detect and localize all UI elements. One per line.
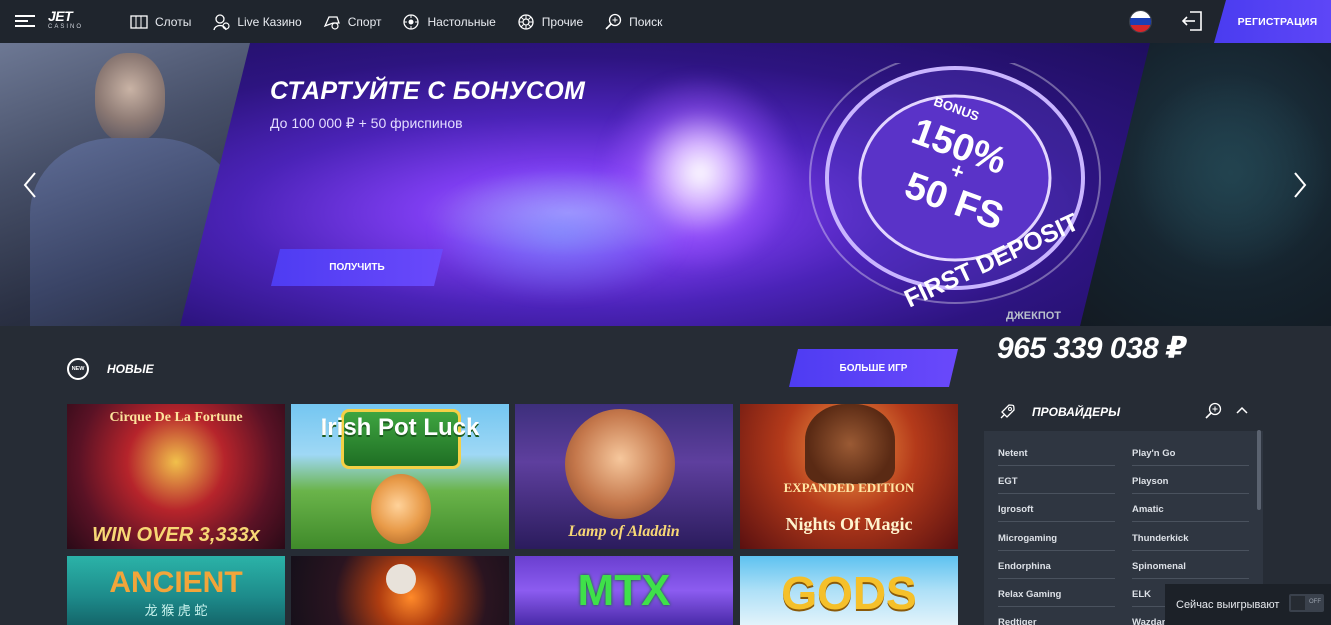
provider-item[interactable]: Netent: [998, 448, 1115, 466]
language-flag-ru[interactable]: [1129, 10, 1152, 33]
nav-label: Поиск: [629, 14, 663, 29]
game-title: EXPANDED EDITION: [783, 480, 915, 495]
game-tile[interactable]: Cirque De La Fortune WIN OVER 3,333x: [67, 404, 285, 549]
providers-search-icon[interactable]: [1204, 402, 1222, 420]
game-tile[interactable]: ANCIENT 龙 猴 虎 蛇: [67, 556, 285, 625]
winning-now-label: Сейчас выигрывают: [1176, 598, 1280, 611]
nav-label: Спорт: [347, 14, 382, 29]
menu-icon[interactable]: [15, 13, 35, 29]
game-tile[interactable]: MTX: [515, 556, 733, 625]
logo[interactable]: JET CASINO: [48, 9, 88, 33]
provider-item[interactable]: Spinomenal: [1132, 561, 1249, 579]
game-tile[interactable]: Irish Pot Luck: [291, 404, 509, 549]
providers-scrollbar[interactable]: [1257, 430, 1261, 510]
banner-subtitle: До 100 000 ₽ + 50 фриспинов: [270, 115, 463, 131]
nav-label: Live Казино: [237, 14, 302, 29]
game-subtitle: 龙 猴 虎 蛇: [144, 603, 208, 618]
game-title: Cirque De La Fortune: [109, 410, 243, 425]
provider-item[interactable]: Amatic: [1132, 504, 1249, 522]
get-bonus-button[interactable]: ПОЛУЧИТЬ: [271, 249, 443, 286]
new-badge-icon: NEW: [67, 358, 89, 380]
providers-header[interactable]: ПРОВАЙДЕРЫ: [984, 391, 1263, 431]
nav-label: Настольные: [427, 14, 496, 29]
provider-item[interactable]: Thunderkick: [1132, 533, 1249, 551]
nav-label: Прочие: [541, 14, 584, 29]
game-subtitle: Nights Of Magic: [785, 514, 913, 534]
next-arrow-icon[interactable]: [1292, 170, 1308, 200]
prev-arrow-icon[interactable]: [22, 170, 38, 200]
provider-item[interactable]: Relax Gaming: [998, 589, 1115, 607]
promo-banner: BONUS 150% + 50 FS FIRST DEPOSIT СТАРТУЙ…: [0, 43, 1331, 326]
provider-item[interactable]: Play'n Go: [1132, 448, 1249, 466]
nav-label: Слоты: [155, 14, 192, 29]
section-title-new: НОВЫЕ: [107, 362, 154, 376]
chevron-up-icon[interactable]: [1236, 405, 1248, 415]
nav-sport[interactable]: Спорт: [323, 0, 382, 43]
winning-now-toggle[interactable]: OFF: [1289, 594, 1324, 612]
provider-item[interactable]: Endorphina: [998, 561, 1115, 579]
game-title: MTX: [577, 566, 671, 615]
live-casino-icon: [212, 13, 230, 31]
game-tile[interactable]: EXPANDED EDITION Nights Of Magic: [740, 404, 958, 549]
sport-icon: [323, 13, 341, 31]
jackpot-label: ДЖЕКПОТ: [1006, 310, 1062, 322]
nav-table-games[interactable]: Настольные: [402, 0, 496, 43]
slots-icon: [130, 13, 148, 31]
provider-item[interactable]: EGT: [998, 476, 1115, 494]
game-title: Lamp of Aladdin: [568, 523, 680, 540]
logo-main: JET: [48, 8, 73, 24]
more-games-button[interactable]: БОЛЬШЕ ИГР: [789, 349, 958, 387]
register-button[interactable]: РЕГИСТРАЦИЯ: [1214, 0, 1331, 43]
provider-item[interactable]: Playson: [1132, 476, 1249, 494]
bonus-coin-image: BONUS 150% + 50 FS FIRST DEPOSIT: [809, 63, 1101, 313]
nav-slots[interactable]: Слоты: [130, 0, 191, 43]
toggle-off-label: OFF: [1309, 599, 1321, 605]
login-icon[interactable]: [1181, 10, 1203, 32]
game-title: Irish Pot Luck: [320, 414, 480, 441]
provider-item[interactable]: Redtiger: [998, 617, 1115, 625]
provider-item[interactable]: Microgaming: [998, 533, 1115, 551]
nav-other[interactable]: Прочие: [517, 0, 583, 43]
other-games-icon: [517, 13, 535, 31]
logo-sub: CASINO: [48, 24, 84, 30]
top-header: JET CASINO Слоты Live Казино Спорт Насто…: [0, 0, 1331, 43]
provider-item[interactable]: Igrosoft: [998, 504, 1115, 522]
banner-title: СТАРТУЙТЕ С БОНУСОМ: [270, 77, 586, 105]
game-tile[interactable]: Lamp of Aladdin: [515, 404, 733, 549]
game-tile[interactable]: GODS: [740, 556, 958, 625]
game-title: ANCIENT: [109, 566, 243, 599]
nav-live-casino[interactable]: Live Казино: [212, 0, 302, 43]
game-subtitle: WIN OVER 3,333x: [92, 524, 260, 546]
search-icon: [604, 13, 622, 31]
jackpot-value: 965 339 038 ₽: [997, 332, 1187, 365]
game-title: GODS: [781, 567, 917, 619]
main-nav: Слоты Live Казино Спорт Настольные Прочи…: [130, 0, 683, 43]
game-tile[interactable]: [291, 556, 509, 625]
nav-search[interactable]: Поиск: [604, 0, 662, 43]
rocket-icon: [1000, 404, 1015, 419]
table-games-icon: [402, 13, 420, 31]
toggle-knob: [1291, 596, 1305, 610]
providers-title: ПРОВАЙДЕРЫ: [1032, 405, 1121, 419]
